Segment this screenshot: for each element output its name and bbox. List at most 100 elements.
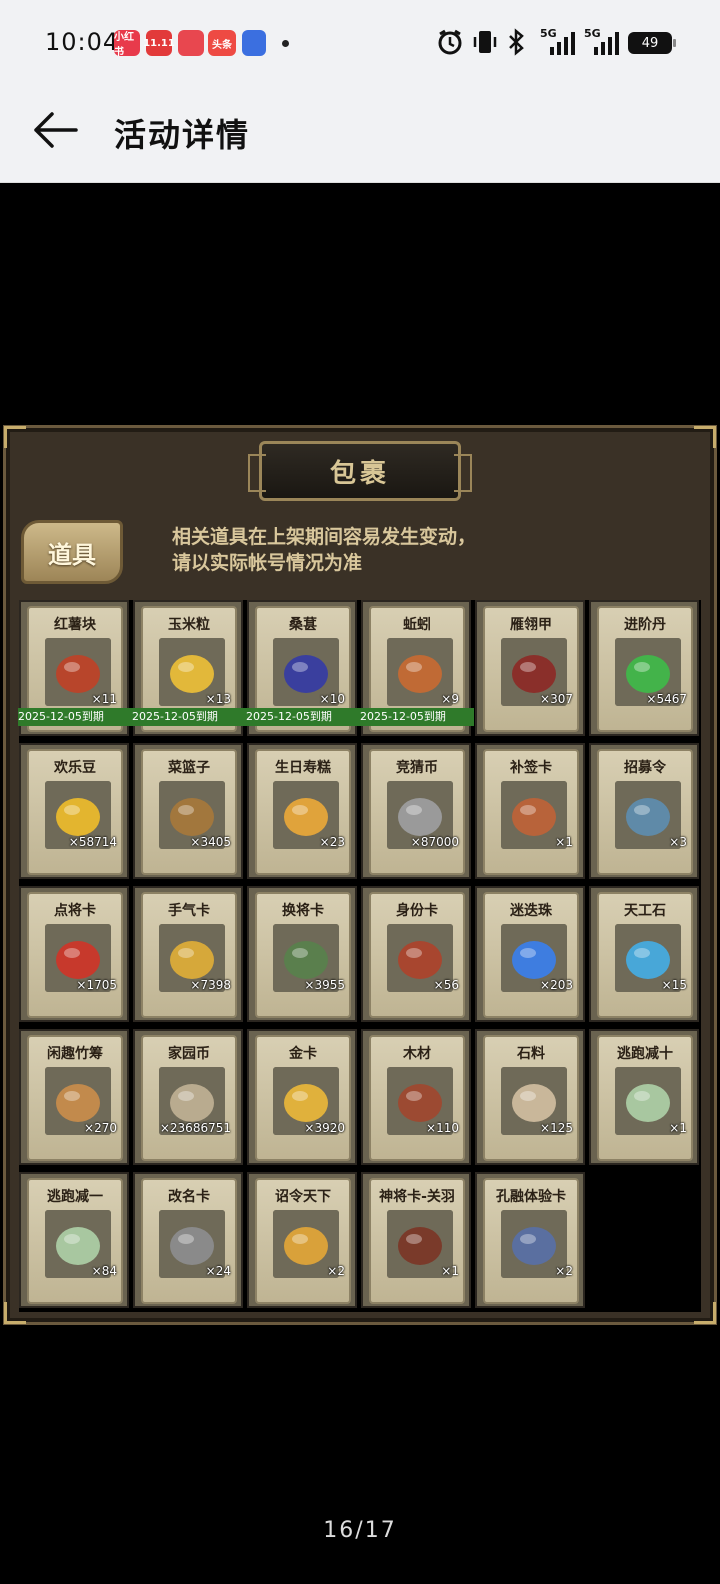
- item-name: 诏令天下: [275, 1189, 331, 1205]
- item-count: ×1: [441, 1264, 459, 1278]
- item-slot[interactable]: 玉米粒 ×13 2025-12-05到期: [132, 600, 246, 736]
- item-slot[interactable]: 手气卡 ×7398: [133, 886, 243, 1022]
- more-notifications-dot: [282, 40, 289, 47]
- item-slot[interactable]: 闲趣竹筹 ×270: [19, 1029, 129, 1165]
- page-title: 活动详情: [114, 116, 251, 154]
- item-count: ×307: [540, 692, 573, 706]
- item-count: ×13: [205, 692, 231, 706]
- item-slot[interactable]: 迷迭珠 ×203: [475, 886, 585, 1022]
- item-slot[interactable]: 进阶丹 ×5467: [589, 600, 699, 736]
- item-count: ×125: [540, 1121, 573, 1135]
- item-slot[interactable]: 逃跑减十 ×1: [589, 1029, 699, 1165]
- item-count: ×56: [433, 978, 459, 992]
- item-slot[interactable]: 金卡 ×3920: [247, 1029, 357, 1165]
- item-slot[interactable]: 身份卡 ×56: [361, 886, 471, 1022]
- expiry-banner: 2025-12-05到期: [132, 708, 246, 726]
- item-slot[interactable]: 孔融体验卡 ×2: [475, 1172, 585, 1308]
- signal-1-label: 5G: [540, 27, 557, 40]
- item-card: 闲趣竹筹 ×270: [27, 1035, 123, 1161]
- item-name: 菜篮子: [168, 760, 210, 776]
- item-slot[interactable]: 雁翎甲 ×307: [475, 600, 585, 736]
- item-card: 迷迭珠 ×203: [483, 892, 579, 1018]
- item-name: 家园币: [168, 1046, 210, 1062]
- item-name: 雁翎甲: [510, 617, 552, 633]
- item-count: ×5467: [646, 692, 687, 706]
- item-count: ×1705: [76, 978, 117, 992]
- item-count: ×270: [84, 1121, 117, 1135]
- item-card: 招募令 ×3: [597, 749, 693, 875]
- item-card: 竞猜币 ×87000: [369, 749, 465, 875]
- vibrate-icon: [472, 26, 498, 58]
- item-slot[interactable]: 家园币 ×23686751: [133, 1029, 243, 1165]
- item-slot[interactable]: 点将卡 ×1705: [19, 886, 129, 1022]
- item-count: ×24: [205, 1264, 231, 1278]
- tmall-1111-app-icon: 11.11: [143, 30, 175, 56]
- item-slot[interactable]: 竞猜币 ×87000: [361, 743, 471, 879]
- item-name: 天工石: [624, 903, 666, 919]
- item-count: ×1: [555, 835, 573, 849]
- item-grid: 红薯块 ×11 2025-12-05到期 玉米粒 ×13 2025-12-05到期 桑葚 ×1…: [18, 600, 701, 1312]
- tab-items[interactable]: 道具: [21, 520, 123, 584]
- page-indicator: 16/17: [323, 1518, 397, 1543]
- item-slot[interactable]: 欢乐豆 ×58714: [19, 743, 129, 879]
- item-slot[interactable]: 生日寿糕 ×23: [247, 743, 357, 879]
- item-name: 改名卡: [168, 1189, 210, 1205]
- item-name: 闲趣竹筹: [47, 1046, 103, 1062]
- item-name: 补签卡: [510, 760, 552, 776]
- item-card: 雁翎甲 ×307: [483, 606, 579, 732]
- item-slot[interactable]: 菜篮子 ×3405: [133, 743, 243, 879]
- item-slot[interactable]: 神将卡-关羽 ×1: [361, 1172, 471, 1308]
- item-count: ×110: [426, 1121, 459, 1135]
- corner-ornament: [4, 426, 26, 448]
- item-name: 点将卡: [54, 903, 96, 919]
- item-count: ×1: [669, 1121, 687, 1135]
- dianping-app-icon: [178, 30, 204, 56]
- item-slot[interactable]: 蚯蚓 ×9 2025-12-05到期: [360, 600, 474, 736]
- expiry-banner: 2025-12-05到期: [18, 708, 132, 726]
- item-card: 菜篮子 ×3405: [141, 749, 237, 875]
- item-card: 手气卡 ×7398: [141, 892, 237, 1018]
- item-slot[interactable]: 天工石 ×15: [589, 886, 699, 1022]
- alarm-icon: [436, 26, 464, 58]
- item-card: 神将卡-关羽 ×1: [369, 1178, 465, 1304]
- item-name: 竞猜币: [396, 760, 438, 776]
- item-slot[interactable]: 逃跑减一 ×84: [19, 1172, 129, 1308]
- item-count: ×2: [327, 1264, 345, 1278]
- item-slot[interactable]: 诏令天下 ×2: [247, 1172, 357, 1308]
- item-slot[interactable]: 换将卡 ×3955: [247, 886, 357, 1022]
- item-slot[interactable]: 石料 ×125: [475, 1029, 585, 1165]
- signal-2-label: 5G: [584, 27, 601, 40]
- item-slot[interactable]: 桑葚 ×10 2025-12-05到期: [246, 600, 360, 736]
- item-count: ×23: [319, 835, 345, 849]
- item-slot[interactable]: 补签卡 ×1: [475, 743, 585, 879]
- back-button[interactable]: [28, 108, 84, 152]
- item-count: ×3920: [304, 1121, 345, 1135]
- notice-line-1: 相关道具在上架期间容易发生变动，: [172, 526, 477, 548]
- item-name: 迷迭珠: [510, 903, 552, 919]
- inventory-panel: 包裹 道具 相关道具在上架期间容易发生变动， 请以实际帐号情况为准 红薯块 ×11…: [3, 425, 717, 1325]
- item-name: 换将卡: [282, 903, 324, 919]
- item-slot[interactable]: 木材 ×110: [361, 1029, 471, 1165]
- app-bar: 活动详情: [0, 86, 720, 183]
- signal-5g-icon-2: 5G: [584, 26, 624, 58]
- item-name: 逃跑减一: [47, 1189, 103, 1205]
- item-name: 招募令: [624, 760, 666, 776]
- item-name: 桑葚: [289, 617, 317, 633]
- item-name: 石料: [517, 1046, 545, 1062]
- item-slot[interactable]: 改名卡 ×24: [133, 1172, 243, 1308]
- notice-line-2: 请以实际帐号情况为准: [172, 552, 363, 574]
- status-time: 10:04: [45, 28, 120, 56]
- item-card: 金卡 ×3920: [255, 1035, 351, 1161]
- browser-app-icon: [242, 30, 266, 56]
- item-name: 逃跑减十: [617, 1046, 673, 1062]
- item-name: 欢乐豆: [54, 760, 96, 776]
- item-name: 生日寿糕: [275, 760, 331, 776]
- battery-icon: 49: [628, 32, 676, 54]
- item-slot[interactable]: 招募令 ×3: [589, 743, 699, 879]
- item-count: ×203: [540, 978, 573, 992]
- item-count: ×15: [661, 978, 687, 992]
- corner-ornament: [694, 426, 716, 448]
- item-slot[interactable]: 红薯块 ×11 2025-12-05到期: [18, 600, 132, 736]
- item-card: 点将卡 ×1705: [27, 892, 123, 1018]
- item-name: 金卡: [289, 1046, 317, 1062]
